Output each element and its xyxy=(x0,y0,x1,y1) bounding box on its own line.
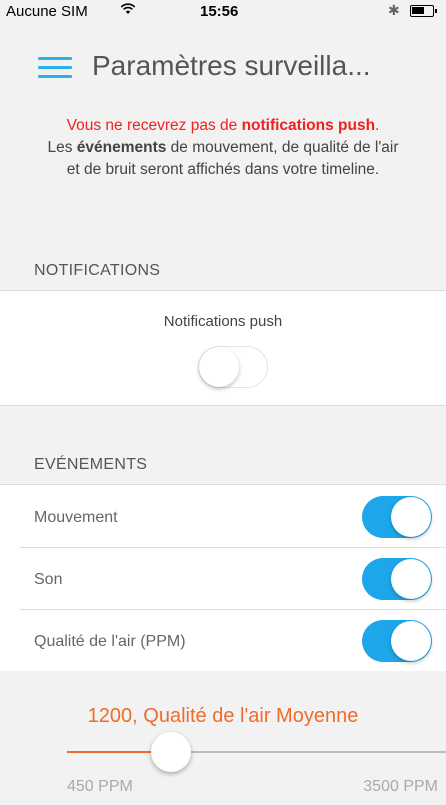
air-quality-toggle[interactable] xyxy=(362,620,432,662)
bluetooth-icon: ✱ xyxy=(388,2,400,18)
slider-min-label: 450 PPM xyxy=(67,778,133,795)
son-toggle[interactable] xyxy=(362,558,432,600)
event-row-label-son: Son xyxy=(34,571,63,588)
air-quality-slider-title: 1200, Qualité de l'air Moyenne xyxy=(87,705,359,727)
header: Paramètres surveilla... xyxy=(0,38,446,94)
toggle-knob xyxy=(391,497,431,537)
push-notifications-label: Notifications push xyxy=(163,313,283,330)
event-row-label-air-quality: Qualité de l'air (PPM) xyxy=(34,633,186,650)
divider xyxy=(0,290,446,291)
mouvement-toggle[interactable] xyxy=(362,496,432,538)
status-bar: Aucune SIM 15:56 ✱ xyxy=(0,0,446,22)
battery-icon xyxy=(410,5,437,17)
divider xyxy=(0,405,446,406)
events-text-prefix: Les xyxy=(47,139,77,156)
warning-text-bold: notifications push xyxy=(241,117,376,134)
air-quality-slider-handle[interactable] xyxy=(151,732,191,772)
push-notifications-toggle[interactable] xyxy=(198,346,268,388)
carrier-label: Aucune SIM xyxy=(6,3,88,20)
slider-track[interactable] xyxy=(175,751,446,753)
page-title: Paramètres surveilla... xyxy=(92,50,371,81)
push-warning-message: Vous ne recevrez pas de notifications pu… xyxy=(0,115,446,181)
divider xyxy=(0,484,446,485)
hamburger-menu-icon[interactable] xyxy=(38,55,72,81)
events-text-suffix: de mouvement, de qualité de l'air xyxy=(166,139,399,156)
divider xyxy=(20,609,446,610)
toggle-knob xyxy=(391,621,431,661)
events-text-line3: et de bruit seront affichés dans votre t… xyxy=(66,161,380,178)
toggle-knob xyxy=(199,347,239,387)
notifications-section-label: NOTIFICATIONS xyxy=(34,262,161,279)
event-row-label-mouvement: Mouvement xyxy=(34,509,118,526)
warning-text-suffix: . xyxy=(375,117,380,134)
slider-max-label: 3500 PPM xyxy=(363,778,438,795)
divider xyxy=(20,547,446,548)
status-time: 15:56 xyxy=(200,3,239,20)
toggle-knob xyxy=(391,559,431,599)
events-text-bold: événements xyxy=(76,139,167,156)
warning-text-prefix: Vous ne recevrez pas de xyxy=(66,117,242,134)
events-section-label: EVÉNEMENTS xyxy=(34,456,148,473)
wifi-icon xyxy=(120,2,136,18)
